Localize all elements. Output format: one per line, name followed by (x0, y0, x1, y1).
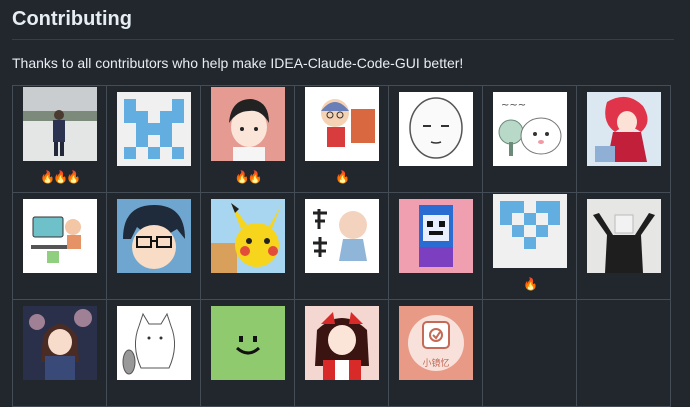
contributor-cell: 🔥🔥 (200, 85, 295, 193)
contributor-cell: ~~~ (482, 85, 577, 193)
fire-badge: 🔥🔥 (234, 170, 263, 184)
contributor-avatar[interactable]: 小镜忆 (399, 306, 473, 380)
cat-with-fan-avatar: ~~~ (493, 92, 567, 166)
photo-man-in-snow-avatar (23, 87, 97, 161)
anime-girl-red-avatar (587, 92, 661, 166)
contributor-avatar[interactable] (211, 199, 285, 273)
fire-badge: 🔥 (335, 170, 350, 184)
meme-face-sketch-avatar (399, 92, 473, 166)
contributor-cell (576, 192, 671, 300)
cartoon-desk-worker-avatar (23, 199, 97, 273)
contributor-avatar[interactable] (23, 199, 97, 273)
contributor-cell (12, 192, 107, 300)
contributor-cell (106, 192, 201, 300)
fire-badge: 🔥🔥🔥 (40, 170, 81, 184)
contributor-avatar[interactable] (117, 92, 191, 166)
chinese-ink-baby-avatar (305, 199, 379, 273)
svg-text:~~~: ~~~ (501, 100, 526, 111)
contributor-cell (294, 192, 389, 300)
contributor-cell (106, 299, 201, 407)
section-heading: Contributing (12, 8, 132, 30)
contributor-cell (294, 299, 389, 407)
photo-man-arms-up-avatar (587, 199, 661, 273)
anime-girl-night-avatar (23, 306, 97, 380)
contributor-avatar[interactable] (305, 306, 379, 380)
contributor-avatar[interactable] (117, 199, 191, 273)
contributor-avatar[interactable] (587, 92, 661, 166)
contributor-cell: 🔥🔥🔥 (12, 85, 107, 193)
contributor-avatar[interactable] (117, 306, 191, 380)
fire-badge: 🔥 (523, 277, 538, 291)
contributor-cell (388, 85, 483, 193)
contributor-avatar[interactable] (305, 199, 379, 273)
intro-text: Thanks to all contributors who help make… (12, 55, 464, 71)
cartoon-glasses-boy-avatar (117, 199, 191, 273)
contributor-avatar[interactable] (399, 92, 473, 166)
contributor-cell (388, 192, 483, 300)
contributor-cell: 🔥 (482, 192, 577, 300)
contributor-avatar[interactable] (493, 194, 567, 268)
empty-cell (576, 299, 671, 407)
contributor-cell (576, 85, 671, 193)
contributor-avatar[interactable] (587, 199, 661, 273)
contributors-grid: 🔥🔥🔥 🔥🔥 🔥 ~~~ 🔥 小镜忆 (12, 85, 671, 407)
identicon-blue-avatar (117, 92, 191, 166)
cartoon-kid-bricks-avatar (305, 87, 379, 161)
contributor-avatar[interactable] (305, 87, 379, 161)
contributor-cell: 🔥 (294, 85, 389, 193)
heading-divider (12, 39, 674, 40)
green-smile-avatar (211, 306, 285, 380)
contributor-avatar[interactable] (399, 199, 473, 273)
cat-sketch-avatar (117, 306, 191, 380)
anime-shrine-maiden-avatar (305, 306, 379, 380)
pixel-robot-avatar (399, 199, 473, 273)
logo-text: 小镜忆 (422, 359, 450, 369)
empty-cell (482, 299, 577, 407)
identicon-heart-blue-avatar (493, 194, 567, 268)
anime-boy-pink-avatar (211, 87, 285, 161)
contributor-cell (106, 85, 201, 193)
contributor-avatar[interactable] (211, 306, 285, 380)
contributor-avatar[interactable] (23, 306, 97, 380)
contributor-cell (12, 299, 107, 407)
contributor-cell: 小镜忆 (388, 299, 483, 407)
contributor-avatar[interactable] (23, 87, 97, 161)
contributor-avatar[interactable]: ~~~ (493, 92, 567, 166)
contributor-avatar[interactable] (211, 87, 285, 161)
contributor-cell (200, 192, 295, 300)
contributor-cell (200, 299, 295, 407)
pikachu-avatar (211, 199, 285, 273)
